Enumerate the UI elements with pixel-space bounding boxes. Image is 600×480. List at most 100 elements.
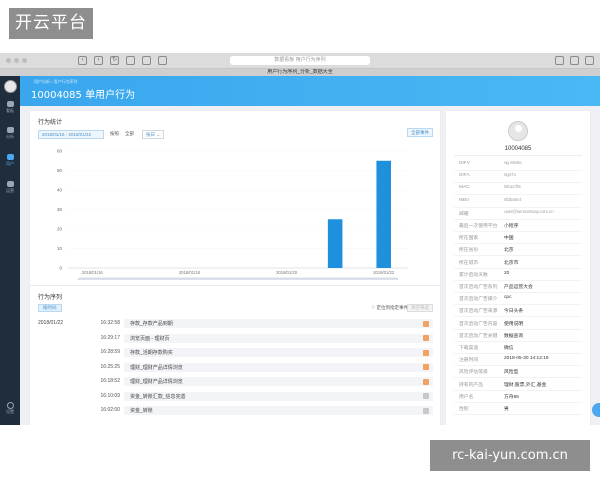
field-divider [454,340,582,342]
field-divider [454,292,582,293]
filter-label: 按照 [110,131,119,136]
field-key: 注册时间 [459,358,479,364]
profile-divider [454,155,582,156]
forward-icon[interactable]: › [94,56,103,65]
extensions-icon[interactable] [585,56,594,65]
profile-field: 持有的产品 理财,股票,外汇,基金 [446,381,590,391]
logo-icon[interactable] [4,80,17,93]
field-value: 产品运营大会 [504,285,533,290]
sequence-row[interactable]: 16:02:00 资金_转账 [38,406,433,415]
event-detail-icon[interactable] [423,364,429,370]
sequence-row[interactable]: 16:28:59 存款_活期存款购买 [38,348,433,357]
field-value: ag-z8x9a [504,161,522,166]
back-icon[interactable]: ‹ [78,56,87,65]
help-float-icon[interactable] [592,403,600,417]
share-icon[interactable] [555,56,564,65]
sidebar-item-users[interactable]: 用户 [0,154,20,167]
sequence-row[interactable]: 2018/01/22 16:32:58 存款_存款产品到期 [38,319,433,328]
profile-field: 风险评估等级 风险型 [446,368,590,379]
field-key: 风险评估等级 [459,370,488,376]
event-detail-icon[interactable] [423,349,429,356]
toolbar-right-icons [555,56,594,65]
row-event-bar[interactable]: 资金_转账 [124,406,433,415]
sidebar: 看板 分析 用户 运营 设置 [0,76,20,425]
locate-event-filter[interactable]: ♡ 定位到指定事件 [371,305,408,311]
row-event-label: 理财_理财产品详情浏览 [130,379,183,385]
browser-window: ‹ › ↻ 数据看板 用户行为序列 用户行为序列_分析_数据大全 看板 分析 用… [0,53,600,425]
event-detail-icon[interactable] [423,378,429,385]
x-tick-label: 2018/01/22 [373,270,395,275]
window-controls[interactable] [6,58,27,63]
gear-icon [6,402,14,409]
sidebar-item-operation[interactable]: 运营 [0,181,20,194]
row-event-bar[interactable]: 理财_理财产品详情浏览 [124,377,433,386]
field-divider [454,328,582,330]
field-divider [454,316,582,318]
row-event-bar[interactable]: 理财_理财产品详情浏览 [124,362,433,372]
toolbar-icons: ‹ › ↻ [78,56,167,65]
y-tick-label: 50 [57,168,63,173]
address-bar[interactable]: 数据看板 用户行为序列 [230,56,370,65]
profile-field: 首次启动广告关键 数据查询 [446,332,590,342]
profile-field: 性别 男 [446,405,590,415]
sidebar-item-settings[interactable]: 设置 [0,402,20,415]
row-event-label: 存款_活期存款购买 [130,350,173,356]
star-icon[interactable] [158,56,167,65]
field-key: 首次启动广告来源 [459,309,498,315]
field-divider [454,267,582,269]
y-tick-label: 20 [57,227,63,232]
profile-field: MAC 88:a2:f0c [446,185,590,196]
page-title: 10004085 单用户行为 [31,90,136,101]
row-event-bar[interactable]: 存款_活期存款购买 [124,348,433,357]
event-detail-icon[interactable] [423,335,429,341]
granularity-select[interactable]: 按日 ⌄ [142,130,164,139]
row-time: 16:28:59 [100,349,120,355]
browser-tab[interactable]: 用户行为序列_分析_数据大全 [0,69,600,76]
row-time: 16:18:52 [100,378,120,384]
behavior-stats-card: 行为统计 2018/01/16 - 2018/01/22 按照 全部 按日 ⌄ … [30,111,440,285]
sidebar-item-analysis[interactable]: 分析 [0,127,20,140]
date-range-picker[interactable]: 2018/01/16 - 2018/01/22 [38,130,104,139]
analysis-icon [6,127,14,133]
field-key: 首次启动广告系列 [459,285,498,290]
profile-field: 邮箱 user@sensorsway.com.cn [446,210,590,220]
download-icon[interactable] [570,56,579,65]
profile-field: 所在国家 中国 [446,234,590,245]
profile-user-id: 10004085 [504,146,532,152]
all-events-button[interactable]: 全部事件 [407,128,433,137]
row-event-label: 资金_转账 [130,408,153,414]
clear-filter-button[interactable]: 清空筛选 [407,304,433,312]
sequence-row[interactable]: 16:29:17 浏览页面 - 理财页 [38,333,433,343]
sidebar-item-dashboard[interactable]: 看板 [0,101,20,114]
row-time: 16:29:17 [100,334,120,341]
row-event-bar[interactable]: 资金_转账汇款_信息完善 [124,391,433,401]
sequence-row[interactable]: 16:25:25 理财_理财产品详情浏览 [38,362,433,372]
row-event-bar[interactable]: 浏览页面 - 理财页 [124,333,433,343]
field-value: 北京市 [504,260,519,266]
sequence-row[interactable]: 16:18:52 理财_理财产品详情浏览 [38,377,433,386]
profile-field: IDFV ag-z8x9a [446,161,590,171]
stats-title: 行为统计 [38,120,63,126]
home-icon[interactable] [126,56,135,65]
bookmark-icon[interactable] [142,56,151,65]
field-key: 用户名 [459,394,474,400]
event-detail-icon[interactable] [423,320,429,327]
event-detail-icon[interactable] [423,407,429,414]
field-key: 所在省份 [459,248,479,254]
breadcrumb[interactable]: 用户分析 / 用户行为序列 [34,79,77,85]
sequence-type-tag[interactable]: 按时间 [38,304,62,312]
field-value: 2018-05-30 14:12:19 [504,356,549,362]
row-event-label: 存款_存款产品到期 [130,321,173,327]
sequence-row[interactable]: 16:10:09 资金_转账汇款_信息完善 [38,391,433,401]
reload-icon[interactable]: ↻ [110,56,119,65]
field-key: 所在城市 [459,260,479,266]
profile-field: 累计启动天数 20 [446,271,590,281]
profile-field: 首次启动广告来源 今日头条 [446,307,590,318]
field-key: 下载渠道 [459,346,479,351]
event-detail-icon[interactable] [423,393,429,399]
row-event-bar[interactable]: 存款_存款产品到期 [124,319,433,328]
row-time: 16:25:25 [100,363,120,370]
profile-field: 注册时间 2018-05-30 14:12:19 [446,356,590,367]
filter-value[interactable]: 全部 [125,131,134,137]
field-key: IDFV [459,161,470,166]
